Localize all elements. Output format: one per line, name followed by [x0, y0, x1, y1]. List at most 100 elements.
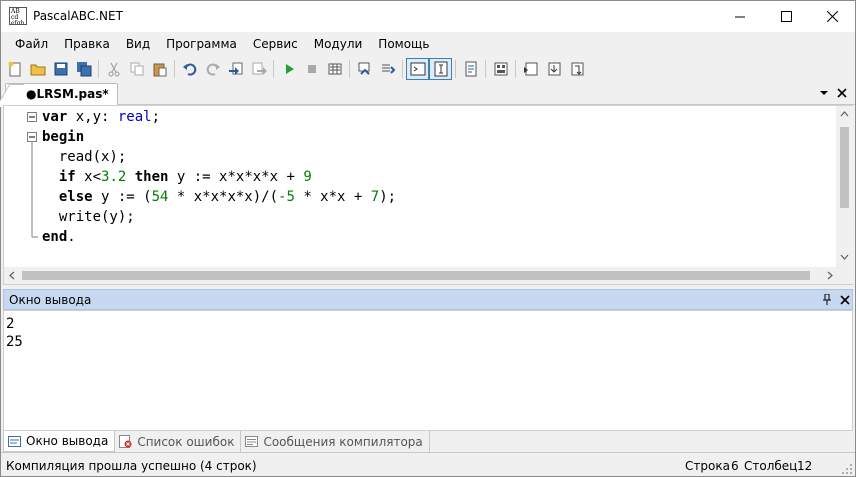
tab-compiler-messages[interactable]: Сообщения компилятора	[241, 431, 430, 452]
chevron-down-icon	[820, 91, 828, 95]
resize-grip-icon[interactable]	[841, 463, 853, 475]
cut-button[interactable]	[102, 58, 125, 80]
output-panel-title: Окно вывода	[9, 293, 92, 307]
code-token: * x*x +	[294, 189, 371, 205]
horizontal-scroll-thumb[interactable]	[22, 271, 810, 280]
form-designer-button[interactable]	[489, 58, 512, 80]
code-token: y := x*x*x*x +	[168, 169, 304, 185]
tab-error-list-label: Список ошибок	[137, 434, 235, 449]
toolbar	[1, 56, 855, 81]
save-icon	[54, 62, 67, 75]
undo-button[interactable]	[178, 58, 201, 80]
cursor-row-value: 6	[731, 459, 739, 473]
debug-button[interactable]	[519, 58, 542, 80]
code-token: end	[42, 229, 68, 245]
menu-program[interactable]: Программа	[158, 34, 245, 54]
menu-edit[interactable]: Правка	[56, 34, 118, 54]
tab-list-dropdown[interactable]	[819, 87, 829, 101]
toolbar-separator	[455, 59, 456, 78]
menu-service[interactable]: Сервис	[245, 34, 306, 54]
maximize-button[interactable]	[763, 1, 809, 32]
menu-modules[interactable]: Модули	[306, 34, 371, 54]
output-window-icon	[8, 435, 21, 447]
run-icon	[285, 63, 294, 74]
save-all-button[interactable]	[72, 58, 95, 80]
step-into-icon	[548, 62, 560, 75]
close-panel-button[interactable]	[840, 294, 850, 308]
bottom-panel-tabs: Окно вывода Список ошибок Сообщения комп…	[1, 431, 855, 453]
paste-icon	[153, 63, 166, 76]
tab-lrsm-pas[interactable]: ●LRSM.pas*	[5, 83, 118, 105]
toolbar-separator	[349, 59, 350, 78]
output-text-area[interactable]: 2 25	[3, 310, 853, 431]
fold-gutter	[4, 106, 40, 268]
properties-icon	[465, 61, 476, 76]
stop-button[interactable]	[300, 58, 323, 80]
code-line: begin	[42, 127, 84, 147]
compiler-messages-icon	[245, 436, 259, 447]
compile-button[interactable]	[323, 58, 346, 80]
code-line: else y := (54 * x*x*x*x)/(-5 * x*x + 7);	[42, 187, 396, 207]
code-token: real	[117, 109, 152, 125]
output-panel-header: Окно вывода	[3, 289, 853, 310]
minimize-button[interactable]	[717, 1, 763, 32]
menu-view[interactable]: Вид	[118, 34, 158, 54]
close-window-button[interactable]	[809, 1, 855, 32]
step-out-icon	[571, 62, 583, 75]
copy-button[interactable]	[125, 58, 148, 80]
tab-compiler-messages-label: Сообщения компилятора	[263, 434, 423, 449]
debug-step-over-button[interactable]	[376, 58, 399, 80]
tab-output-window[interactable]: Окно вывода	[3, 431, 116, 452]
error-list-icon	[119, 435, 132, 448]
output-line: 2	[6, 316, 15, 332]
menu-bar: Файл Правка Вид Программа Сервис Модули …	[1, 32, 855, 56]
open-file-button[interactable]	[26, 58, 49, 80]
title-bar: AB cd efgh PascalABC.NET	[1, 1, 855, 32]
toolbar-separator	[485, 59, 486, 78]
step-into-button[interactable]	[542, 58, 565, 80]
form-designer-icon	[494, 62, 507, 75]
code-token: -5	[278, 189, 295, 205]
debug-step-button[interactable]	[353, 58, 376, 80]
pin-panel-button[interactable]	[822, 293, 832, 308]
vertical-scroll-thumb[interactable]	[840, 127, 849, 208]
output-window-toggle[interactable]	[406, 57, 429, 80]
code-line: read(x);	[42, 147, 126, 167]
menu-file[interactable]: Файл	[7, 34, 56, 54]
menu-help[interactable]: Помощь	[370, 34, 437, 54]
code-token: y := (	[92, 189, 152, 205]
error-list-toggle[interactable]	[429, 57, 452, 80]
toolbar-separator	[402, 59, 403, 78]
close-tab-button[interactable]	[837, 87, 847, 101]
copy-icon	[130, 62, 143, 75]
open-file-icon	[30, 64, 45, 75]
redo-button[interactable]	[201, 58, 224, 80]
navigate-back-button[interactable]	[224, 58, 247, 80]
code-token: x<	[75, 169, 102, 185]
new-file-button[interactable]	[3, 58, 26, 80]
run-button[interactable]	[277, 58, 300, 80]
properties-button[interactable]	[459, 58, 482, 80]
pin-icon	[823, 293, 831, 305]
pascalabc-app-icon: AB cd efgh	[9, 7, 27, 25]
fold-markers	[27, 112, 38, 238]
paste-button[interactable]	[148, 58, 171, 80]
close-icon	[837, 88, 847, 98]
code-token: 3.2	[101, 169, 127, 185]
step-out-button[interactable]	[565, 58, 588, 80]
save-button[interactable]	[49, 58, 72, 80]
code-line: if x<3.2 then y := x*x*x*x + 9	[42, 167, 312, 187]
cursor-col-label: Столбец	[744, 459, 798, 473]
navigate-forward-icon	[252, 62, 267, 75]
code-line: end.	[42, 227, 76, 247]
code-editor[interactable]: var x,y: real; begin read(x); if x<3.2 th…	[3, 105, 853, 285]
cursor-col-value: 12	[797, 459, 813, 473]
code-token: );	[379, 189, 397, 205]
tab-error-list[interactable]: Список ошибок	[115, 431, 242, 452]
navigate-forward-button[interactable]	[247, 58, 270, 80]
redo-icon	[206, 63, 220, 76]
code-token: .	[67, 229, 76, 245]
scroll-down-icon	[840, 254, 849, 260]
